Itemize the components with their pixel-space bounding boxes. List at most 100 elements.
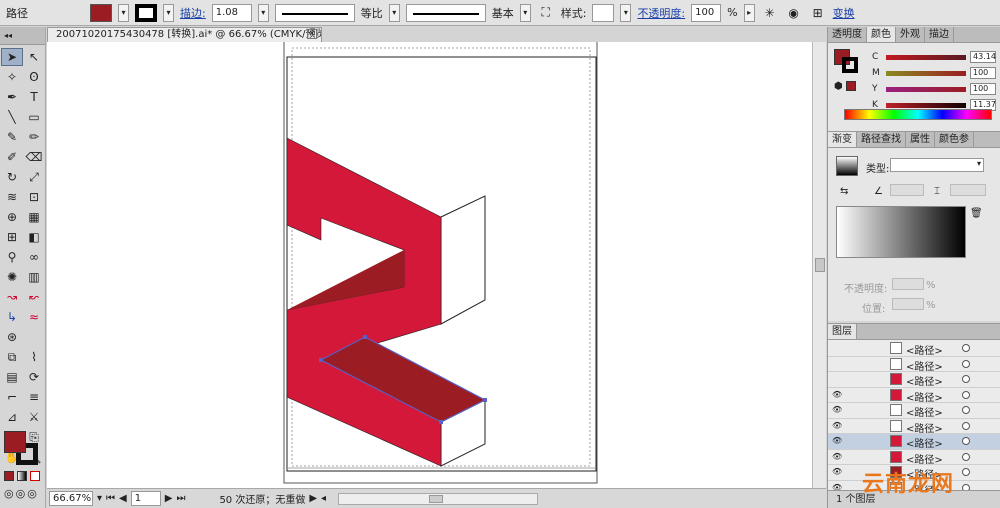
- document-tab[interactable]: 20071020175430478 [转换].ai* @ 66.67% (CMY…: [47, 27, 322, 42]
- visibility-eye-icon[interactable]: 👁: [832, 468, 842, 476]
- fill-stroke-widget[interactable]: [4, 431, 40, 465]
- eyedropper-tool-icon[interactable]: ⚲: [1, 248, 23, 266]
- gradient-tool-icon[interactable]: ◧: [23, 228, 45, 246]
- close-document-icon[interactable]: ✕: [307, 29, 317, 39]
- tab-appearance[interactable]: 外观: [896, 27, 925, 42]
- out-of-gamut-swatch[interactable]: [846, 81, 856, 91]
- opacity-field[interactable]: 100: [691, 3, 722, 22]
- artboard-field[interactable]: 1: [130, 491, 161, 506]
- grid-tool-icon[interactable]: ▤: [1, 368, 23, 386]
- pencil-tool-icon[interactable]: ✏: [23, 128, 45, 146]
- reshape-tool-icon[interactable]: ↜: [23, 288, 45, 306]
- list-tool-icon[interactable]: ≡: [23, 388, 45, 406]
- tab-attributes[interactable]: 属性: [906, 132, 935, 147]
- target-tool-icon[interactable]: ⊛: [1, 328, 23, 346]
- width-tool-icon[interactable]: ↝: [1, 288, 23, 306]
- blob-brush-tool-icon[interactable]: ✐: [1, 148, 23, 166]
- opacity-panel-link[interactable]: 不透明度:: [637, 5, 685, 21]
- anchor-point[interactable]: [483, 398, 487, 402]
- brush-dropdown[interactable]: ▾: [519, 3, 531, 22]
- visibility-eye-icon[interactable]: 👁: [832, 390, 842, 399]
- layer-target-icon[interactable]: [962, 344, 970, 352]
- layer-row[interactable]: 👁 <路径>: [828, 450, 1000, 466]
- last-artboard-icon[interactable]: ⏭: [176, 493, 185, 504]
- gradient-type-select[interactable]: ▾: [890, 158, 984, 172]
- recolor-icon[interactable]: ✳: [761, 4, 779, 22]
- layer-target-icon[interactable]: [962, 359, 970, 368]
- channel-m-slider[interactable]: [886, 70, 966, 76]
- circle-arrow-tool-icon[interactable]: ⟳: [23, 368, 45, 386]
- tab-stroke[interactable]: 描边: [925, 27, 954, 42]
- gradient-preview-swatch[interactable]: [836, 156, 858, 176]
- channel-m-value[interactable]: 100: [970, 67, 996, 79]
- color-stroke-swatch[interactable]: [842, 57, 858, 73]
- layer-row[interactable]: <路径>: [828, 341, 1000, 357]
- tab-pathfinder[interactable]: 路径查找: [857, 132, 906, 147]
- layer-target-icon[interactable]: [962, 421, 970, 430]
- smooth-tool-icon[interactable]: ≈: [23, 308, 45, 326]
- visibility-eye-icon[interactable]: 👁: [832, 452, 842, 461]
- type-tool-icon[interactable]: T: [23, 88, 45, 106]
- brush-definition[interactable]: [405, 3, 486, 22]
- visibility-eye-icon[interactable]: [832, 360, 842, 368]
- layer-target-icon[interactable]: [962, 452, 970, 461]
- layer-target-icon[interactable]: [962, 437, 970, 445]
- slice-tool-icon[interactable]: ⌇: [23, 348, 45, 366]
- horizontal-scroll-thumb[interactable]: [429, 494, 444, 503]
- layer-row[interactable]: 👁 <路径>: [828, 419, 1000, 435]
- layer-row[interactable]: 👁 <路径>: [828, 434, 1000, 450]
- line-tool-icon[interactable]: ╲: [1, 108, 23, 126]
- prev-artboard-icon[interactable]: ◀: [119, 493, 127, 504]
- vertical-scrollbar[interactable]: [812, 42, 826, 488]
- channel-y-value[interactable]: 100: [970, 83, 996, 95]
- scale-tool-icon[interactable]: ⤢: [23, 168, 45, 186]
- warp-tool-icon[interactable]: ≋: [1, 188, 23, 206]
- stroke-dropdown[interactable]: ▾: [163, 3, 174, 22]
- rectangle-tool-icon[interactable]: ▭: [23, 108, 45, 126]
- layer-target-icon[interactable]: [962, 468, 970, 476]
- mesh-tool-icon[interactable]: ⊞: [1, 228, 23, 246]
- symbol-sprayer-tool-icon[interactable]: ✺: [1, 268, 23, 286]
- layer-row[interactable]: <路径>: [828, 372, 1000, 388]
- style-swatch[interactable]: [592, 3, 615, 22]
- visibility-eye-icon[interactable]: [832, 375, 842, 383]
- magic-wand-tool-icon[interactable]: ✧: [1, 68, 23, 86]
- layer-target-icon[interactable]: [962, 375, 970, 383]
- pen-tool-icon[interactable]: ✒: [1, 88, 23, 106]
- expand-icon[interactable]: ⛶: [537, 4, 555, 22]
- reverse-gradient-icon[interactable]: ⇆: [840, 186, 848, 197]
- rotate-tool-icon[interactable]: ↻: [1, 168, 23, 186]
- style-dropdown[interactable]: ▾: [620, 3, 632, 22]
- perspective-grid-tool-icon[interactable]: ▦: [23, 208, 45, 226]
- gradient-opacity-field[interactable]: [892, 278, 924, 290]
- layer-row[interactable]: 👁 <路径>: [828, 388, 1000, 404]
- direct-selection-tool-icon[interactable]: ↖: [23, 48, 45, 66]
- blend-tool-icon[interactable]: ∞: [23, 248, 45, 266]
- channel-c-value[interactable]: 43.14: [970, 51, 996, 63]
- anchor-point[interactable]: [363, 335, 367, 339]
- anchor-point[interactable]: [319, 358, 323, 362]
- tab-transparency[interactable]: 透明度: [828, 27, 867, 42]
- stroke-swatch[interactable]: [135, 3, 157, 22]
- align-icon[interactable]: ⊞: [809, 4, 827, 22]
- gradient-location-field[interactable]: [892, 298, 924, 310]
- channel-k-slider[interactable]: [886, 102, 966, 108]
- first-artboard-icon[interactable]: ⏮: [106, 493, 115, 504]
- layer-row[interactable]: 👁 <路径>: [828, 403, 1000, 419]
- shape-builder-tool-icon[interactable]: ⊕: [1, 208, 23, 226]
- tab-layers[interactable]: 图层: [828, 324, 857, 339]
- opacity-dropdown[interactable]: ▸: [743, 3, 755, 22]
- stroke-weight-dropdown[interactable]: ▾: [257, 3, 269, 22]
- scroll-left-icon[interactable]: ◂: [321, 493, 326, 504]
- crop-tool-icon[interactable]: ⌐: [1, 388, 23, 406]
- join-tool-icon[interactable]: ↳: [1, 308, 23, 326]
- zoom-dropdown-icon[interactable]: ▾: [97, 493, 102, 504]
- visibility-eye-icon[interactable]: 👁: [832, 421, 842, 430]
- fill-swatch[interactable]: [90, 3, 112, 22]
- tab-color-guide[interactable]: 颜色参: [935, 132, 974, 147]
- stroke-weight-field[interactable]: 1.08: [211, 3, 252, 22]
- artboard-tool-icon[interactable]: ⧉: [1, 348, 23, 366]
- channel-c-slider[interactable]: [886, 54, 966, 60]
- visibility-eye-icon[interactable]: [832, 344, 842, 352]
- toolbox-grip[interactable]: ◂◂: [0, 27, 45, 45]
